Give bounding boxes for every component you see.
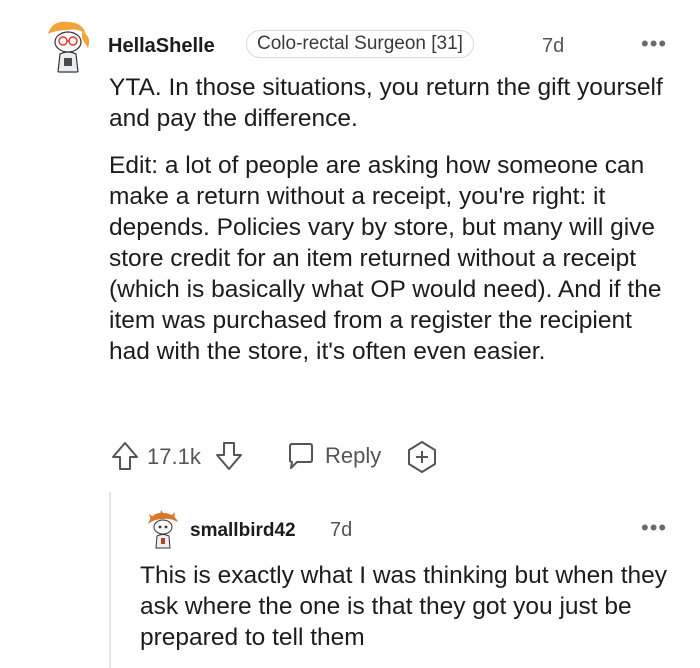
award-icon[interactable] <box>405 440 439 474</box>
more-icon[interactable]: ••• <box>641 33 667 55</box>
comment-paragraph: YTA. In those situations, you return the… <box>109 74 663 132</box>
avatar[interactable] <box>142 508 184 550</box>
thread-line[interactable] <box>109 492 111 668</box>
more-icon[interactable]: ••• <box>641 517 667 539</box>
upvote-icon[interactable] <box>110 440 140 472</box>
avatar[interactable] <box>38 14 98 74</box>
comment-username[interactable]: HellaShelle <box>108 35 215 58</box>
reply-body: This is exactly what I was thinking but … <box>140 562 668 651</box>
reply-label: Reply <box>325 443 382 468</box>
reply-age[interactable]: 7d <box>330 519 352 542</box>
comment-body: YTA. In those situations, you return the… <box>109 72 669 367</box>
reply-username[interactable]: smallbird42 <box>190 520 296 542</box>
vote-count: 17.1k <box>147 444 201 469</box>
downvote-icon[interactable] <box>214 440 244 472</box>
comment-age[interactable]: 7d <box>542 35 564 58</box>
comment-paragraph: Edit: a lot of people are asking how som… <box>109 152 662 365</box>
user-flair: Colo-rectal Surgeon [31] <box>246 30 474 58</box>
reply-icon <box>286 442 316 470</box>
